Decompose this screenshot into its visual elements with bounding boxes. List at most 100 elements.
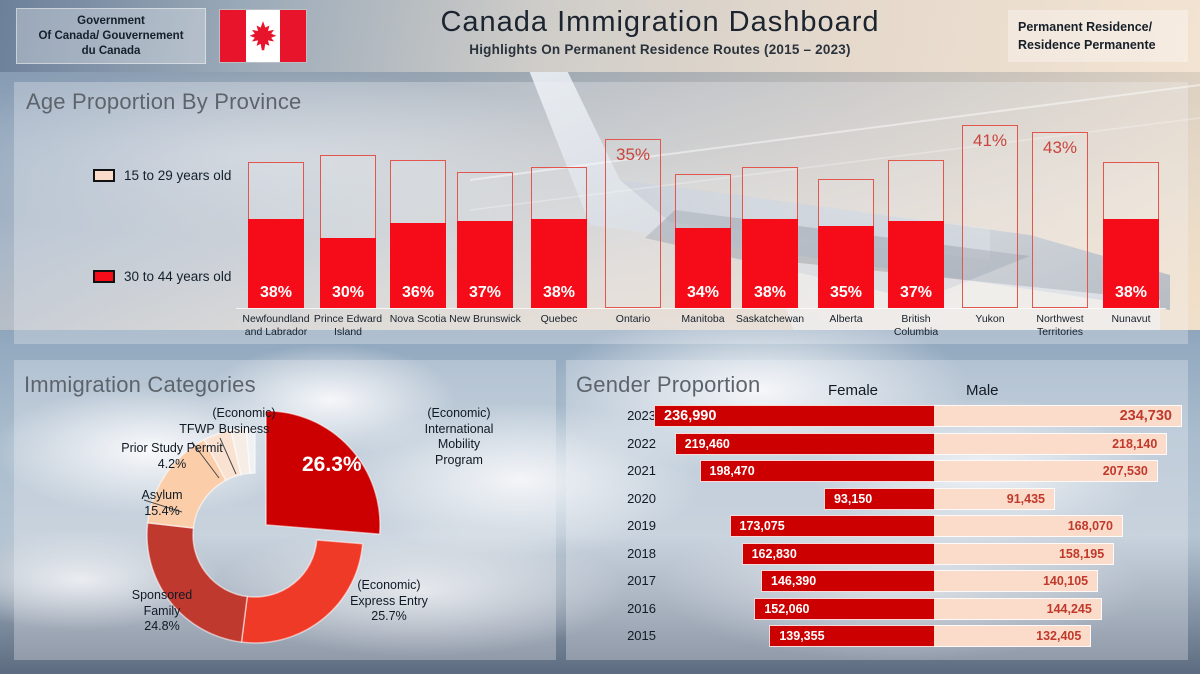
age-bar-prince-edward-island[interactable]: 30% Prince Edward Island <box>314 155 382 338</box>
gender-row-year: 2023 <box>627 408 656 423</box>
gender-bar-female[interactable]: 93,150 <box>823 487 934 510</box>
age-bar-percent-label: 37% <box>468 284 502 301</box>
gender-row-year: 2016 <box>627 600 656 616</box>
donut-label-international-mobility: (Economic) International Mobility Progra… <box>379 406 539 468</box>
age-bar-manitoba[interactable]: 34% Manitoba <box>675 174 731 325</box>
gender-bar-female-value: 93,150 <box>833 491 873 506</box>
flag-center-band <box>246 10 280 62</box>
age-bar-percent-label: 34% <box>686 284 720 301</box>
gender-row: 2017 146,390 140,105 <box>566 569 1188 593</box>
sf-line-2: Family <box>143 603 181 618</box>
gender-bar-male[interactable]: 158,195 <box>934 542 1115 565</box>
ee-line-2: Express Entry <box>350 593 428 608</box>
sf-line-3: 24.8% <box>144 619 180 633</box>
donut-label-prior-study-permit: Prior Study Permit 4.2% <box>102 441 242 472</box>
age-bar-nunavut[interactable]: 38% Nunavut <box>1103 162 1159 325</box>
gender-bar-female-value: 198,470 <box>709 464 755 478</box>
dashboard-header: Government Of Canada/ Gouvernement du Ca… <box>0 0 1200 72</box>
age-bar-quebec[interactable]: 38% Quebec <box>531 167 587 325</box>
gender-row-year: 2017 <box>627 573 656 588</box>
maple-leaf-icon <box>249 21 277 51</box>
age-bar-ontario[interactable]: 35% Ontario <box>605 138 661 325</box>
age-bar-new-brunswick[interactable]: 37% New Brunswick <box>449 171 521 325</box>
age-bar-province-label: Quebec <box>540 313 578 325</box>
government-of-canada-label: Government Of Canada/ Gouvernement du Ca… <box>16 8 206 64</box>
pr-line-1: Permanent Residence/ <box>1018 20 1153 34</box>
donut-label-asylum: Asylum 15.4% <box>112 488 212 519</box>
gender-bar-male-value: 132,405 <box>1036 629 1082 643</box>
gender-bar-male[interactable]: 91,435 <box>934 487 1056 510</box>
age-bar-percent-label: 30% <box>331 284 365 301</box>
sf-line-1: Sponsored <box>131 588 193 602</box>
gender-bar-male[interactable]: 168,070 <box>934 515 1123 537</box>
dashboard-canvas: Government Of Canada/ Gouvernement du Ca… <box>0 0 1200 674</box>
gender-row-year: 2021 <box>627 463 656 478</box>
gender-row: 2016 152,060 144,245 <box>566 597 1188 621</box>
gender-bar-male[interactable]: 144,245 <box>934 597 1102 620</box>
age-bar-yukon[interactable]: 41% Yukon <box>962 124 1018 325</box>
gender-bar-male[interactable]: 207,530 <box>934 460 1158 482</box>
age-bar-nova-scotia[interactable]: 36% Nova Scotia <box>390 159 446 325</box>
page-subtitle: Highlights On Permanent Residence Routes… <box>469 42 851 57</box>
dashboard-title-block: Canada Immigration Dashboard Highlights … <box>330 6 990 57</box>
gender-bar-male-value: 207,530 <box>1102 464 1148 478</box>
gender-row: 2019 173,075 168,070 <box>566 514 1188 538</box>
donut-svg <box>143 410 381 644</box>
age-bar-percent-label: 38% <box>542 284 576 301</box>
gender-bar-female[interactable]: 173,075 <box>729 515 934 537</box>
age-chart-baseline <box>236 308 1166 309</box>
gender-row-year: 2018 <box>627 545 656 561</box>
age-bar-province-label: New Brunswick <box>449 313 521 325</box>
psp-line-2: 4.2% <box>157 456 187 471</box>
gender-bar-female[interactable]: 146,390 <box>761 570 934 592</box>
gender-bar-female[interactable]: 219,460 <box>674 432 934 455</box>
gender-bar-female-value: 236,990 <box>664 408 717 424</box>
gender-bar-female-value: 219,460 <box>684 436 730 451</box>
age-bar-percent-label: 43% <box>1042 137 1078 157</box>
gender-row: 2022 219,460 218,140 <box>566 432 1188 456</box>
age-bar-percent-label: 41% <box>972 130 1008 150</box>
age-bar-province-label: Saskatchewan <box>735 313 805 325</box>
flag-right-band <box>279 10 306 62</box>
gender-bar-male-value: 140,105 <box>1042 574 1089 588</box>
donut-label-express-entry: (Economic) Express Entry 25.7% <box>314 578 464 625</box>
age-bar-province-label: British Columbia <box>893 313 939 338</box>
imp-line-2: International <box>424 421 494 436</box>
gender-bar-female-value: 139,355 <box>779 629 825 643</box>
ee-line-1: (Economic) <box>357 578 421 592</box>
gender-bar-male[interactable]: 132,405 <box>934 625 1092 647</box>
asylum-line-2: 15.4% <box>144 503 180 518</box>
age-bar-british-columbia[interactable]: 37% British Columbia <box>888 159 944 338</box>
immigration-categories-donut-chart: (Economic) International Mobility Progra… <box>14 360 556 660</box>
age-bar-northwest-territories[interactable]: 43% Northwest Territories <box>1032 131 1088 338</box>
gender-bar-male[interactable]: 234,730 <box>934 405 1182 427</box>
gender-bar-female-value: 162,830 <box>751 546 797 561</box>
gender-bar-female-value: 146,390 <box>771 574 817 588</box>
age-bar-alberta[interactable]: 35% Alberta <box>818 178 874 325</box>
gender-bar-male-value: 168,070 <box>1067 519 1113 533</box>
gender-bar-male[interactable]: 218,140 <box>934 432 1168 455</box>
age-bar-newfoundland-and-labrador[interactable]: 38% Newfoundland and Labrador <box>242 162 310 338</box>
gender-bar-male-value: 91,435 <box>1006 491 1046 506</box>
gender-bar-female[interactable]: 236,990 <box>654 405 934 427</box>
age-bar-outline <box>1032 131 1088 308</box>
gender-bar-male[interactable]: 140,105 <box>934 570 1099 592</box>
age-bar-saskatchewan[interactable]: 38% Saskatchewan <box>736 167 804 325</box>
gender-bar-female[interactable]: 198,470 <box>699 460 934 482</box>
age-bar-percent-label: 38% <box>1114 284 1148 301</box>
gender-row: 2020 93,150 91,435 <box>566 487 1188 511</box>
age-bar-outline <box>962 124 1018 308</box>
age-bar-province-label: Nunavut <box>1111 313 1151 325</box>
gender-bar-male-value: 158,195 <box>1058 546 1105 561</box>
psp-line-1: Prior Study Permit <box>121 441 223 455</box>
ee-line-3: 25.7% <box>371 609 407 623</box>
gender-bar-female[interactable]: 152,060 <box>754 597 934 620</box>
gender-bar-female[interactable]: 139,355 <box>769 625 934 647</box>
gov-line-3: du Canada <box>81 44 141 57</box>
gender-bar-female[interactable]: 162,830 <box>741 542 934 565</box>
imp-line-3: Mobility <box>437 437 481 451</box>
gov-line-1: Government <box>77 14 145 27</box>
biz-line-2: Business <box>218 421 270 436</box>
gender-row: 2023 236,990 234,730 <box>566 404 1188 428</box>
donut-label-sponsored-family: Sponsored Family 24.8% <box>102 588 222 635</box>
